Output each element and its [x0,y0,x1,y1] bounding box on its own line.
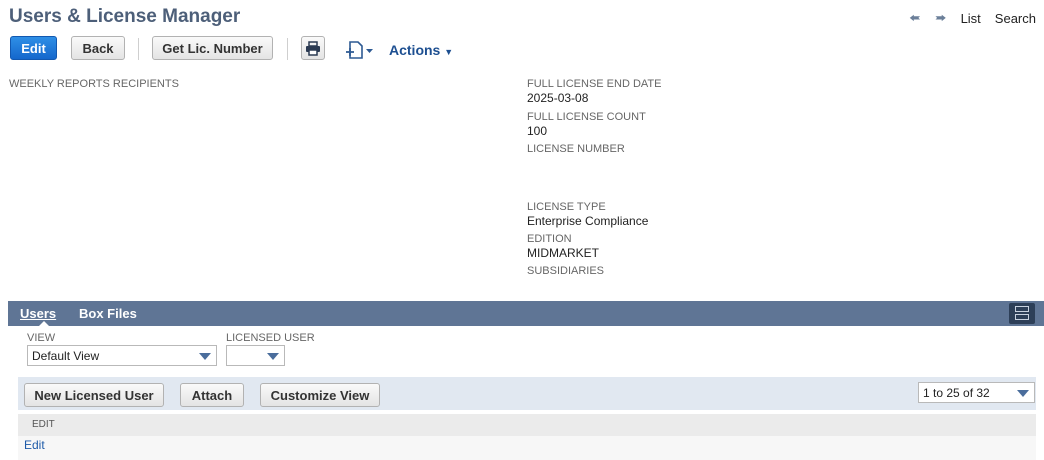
table-row: Edit [18,436,1036,460]
active-tab-indicator [39,321,49,326]
full-license-count-value: 100 [527,124,548,138]
subtab-bar: Users Box Files [8,301,1044,326]
new-document-menu[interactable] [345,40,375,60]
edit-button[interactable]: Edit [10,36,57,60]
sublist-column-header: EDIT [18,414,1036,436]
toolbar-divider [287,38,288,60]
search-link[interactable]: Search [995,11,1036,26]
dropdown-caret-icon [267,353,279,360]
tab-users[interactable]: Users [20,306,56,321]
tab-box-files[interactable]: Box Files [79,306,137,321]
row-edit-link[interactable]: Edit [24,438,45,452]
customize-view-button[interactable]: Customize View [260,383,380,407]
list-link[interactable]: List [961,11,981,26]
licensed-user-filter-label: LICENSED USER [226,332,315,344]
full-license-count-label: FULL LICENSE COUNT [527,111,646,123]
license-type-label: LICENSE TYPE [527,201,606,213]
edition-label: EDITION [527,233,572,245]
full-license-end-date-value: 2025-03-08 [527,91,589,105]
licensed-user-select[interactable] [226,345,285,366]
license-number-label: LICENSE NUMBER [527,143,625,155]
actions-label: Actions [389,42,441,58]
back-arrow-icon[interactable]: 🢘 [909,11,921,26]
dropdown-caret-icon [199,353,211,360]
printer-icon [306,40,320,56]
attach-button[interactable]: Attach [180,383,244,407]
pagination-select[interactable]: 1 to 25 of 32 [918,382,1035,403]
view-filter-label: VIEW [27,332,56,344]
forward-arrow-icon[interactable]: 🢚 [935,11,947,26]
record-navigation: 🢘 🢚 List Search [909,11,1036,27]
edition-value: MIDMARKET [527,246,599,260]
weekly-reports-recipients-label: WEEKLY REPORTS RECIPIENTS [9,78,179,90]
get-lic-number-button[interactable]: Get Lic. Number [152,36,273,60]
license-type-value: Enterprise Compliance [527,214,649,228]
full-license-end-date-label: FULL LICENSE END DATE [527,78,662,90]
actions-menu[interactable]: Actions ▼ [389,42,453,58]
view-select[interactable]: Default View [27,345,217,366]
back-button[interactable]: Back [71,36,125,60]
new-licensed-user-button[interactable]: New Licensed User [24,383,164,407]
subsidiaries-label: SUBSIDIARIES [527,265,605,277]
toolbar-divider [138,38,139,60]
view-select-value: Default View [32,348,100,363]
pagination-value: 1 to 25 of 32 [923,385,990,400]
dropdown-caret-icon [1017,390,1029,397]
chevron-down-icon: ▼ [444,47,454,57]
column-header-edit: EDIT [32,419,55,430]
layout-toggle-icon[interactable] [1009,303,1035,324]
print-button[interactable] [301,36,325,60]
page-title: Users & License Manager [9,6,241,27]
sublist-toolbar [18,377,1036,410]
new-document-icon [346,41,373,59]
